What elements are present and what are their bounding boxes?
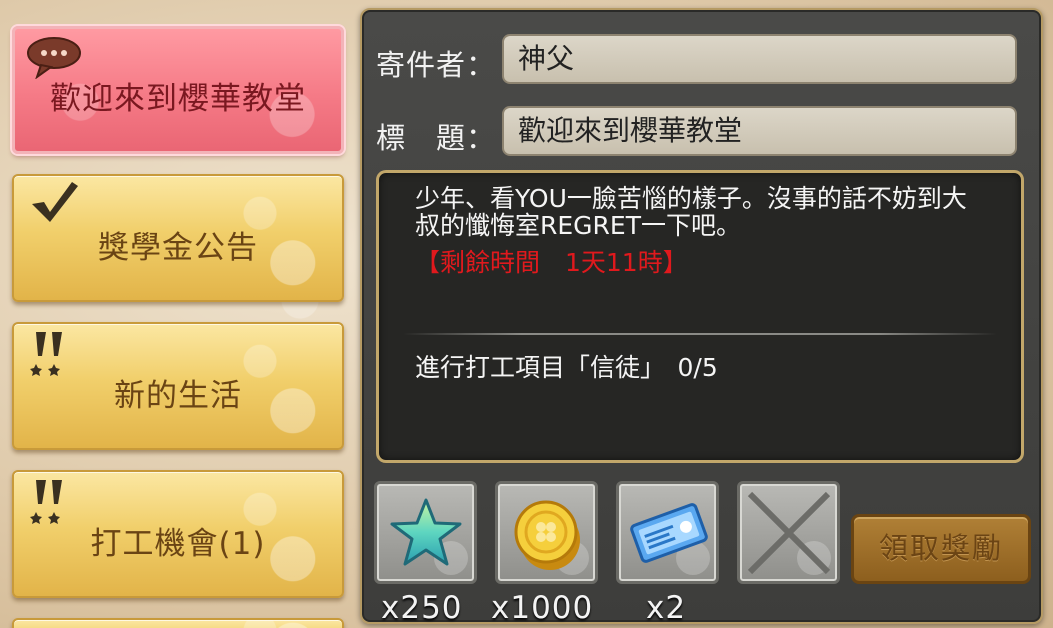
subject-label: 標 題：	[376, 121, 497, 155]
ticket-icon	[627, 498, 711, 572]
empty-slot-icon	[744, 488, 834, 581]
sender-field: 神父	[502, 34, 1017, 84]
reward-slot-star[interactable]	[374, 481, 477, 584]
tab-label: 新的生活	[114, 378, 242, 414]
sender-label: 寄件者：	[376, 48, 497, 82]
tab-label: 獎學金公告	[98, 230, 258, 266]
message-body: 少年、看YOU一臉苦惱的樣子。沒事的話不妨到大叔的懺悔室REGRET一下吧。	[415, 184, 967, 240]
tab-scholarship[interactable]: 獎學金公告	[12, 174, 344, 302]
reward-count-coin: x1000	[491, 590, 594, 626]
tab-partial[interactable]	[12, 618, 344, 628]
reward-slot-empty	[737, 481, 840, 584]
reward-count-ticket: x2	[646, 590, 687, 626]
tab-welcome[interactable]: 歡迎來到櫻華教堂	[12, 26, 344, 154]
divider	[403, 333, 997, 335]
checkmark-icon	[28, 180, 80, 228]
subject-field: 歡迎來到櫻華教堂	[502, 106, 1017, 156]
tab-part-time[interactable]: 打工機會(1)	[12, 470, 344, 598]
tab-label: 打工機會(1)	[90, 526, 266, 562]
mail-panel: 寄件者： 神父 標 題： 歡迎來到櫻華教堂 少年、看YOU一臉苦惱的樣子。沒事的…	[360, 8, 1043, 626]
tab-label: 歡迎來到櫻華教堂	[50, 81, 306, 117]
tab-new-life[interactable]: 新的生活	[12, 322, 344, 450]
reward-slot-coin[interactable]	[495, 481, 598, 584]
remaining-time: 【剩餘時間 1天11時】	[415, 248, 688, 277]
claim-reward-button[interactable]: 領取獎勵	[851, 514, 1031, 584]
task-progress: 進行打工項目「信徒」 0/5	[415, 353, 718, 382]
reward-count-star: x250	[381, 590, 463, 626]
star-icon	[389, 496, 463, 574]
gold-coin-icon	[510, 494, 588, 578]
reward-slot-ticket[interactable]	[616, 481, 719, 584]
message-box: 少年、看YOU一臉苦惱的樣子。沒事的話不妨到大叔的懺悔室REGRET一下吧。 【…	[376, 170, 1024, 463]
